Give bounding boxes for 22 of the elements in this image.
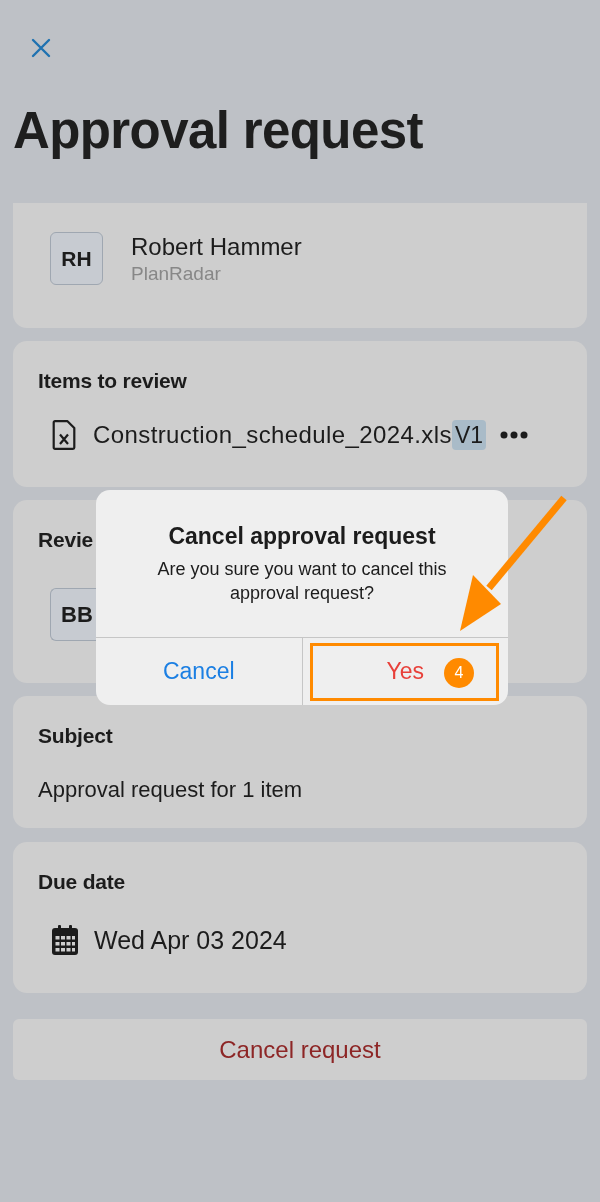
subject-text: Approval request for 1 item bbox=[38, 776, 304, 804]
company-name: PlanRadar bbox=[131, 262, 222, 285]
section-heading: Revie bbox=[38, 527, 94, 553]
section-heading: Subject bbox=[38, 723, 113, 749]
more-icon bbox=[500, 431, 529, 439]
person-name: Robert Hammer bbox=[131, 232, 302, 261]
file-icon bbox=[52, 420, 76, 450]
file-name[interactable]: Construction_schedule_2024.xls bbox=[93, 419, 452, 451]
dialog-cancel-button[interactable]: Cancel bbox=[96, 638, 302, 705]
page-title: Approval request bbox=[13, 101, 423, 161]
close-icon bbox=[31, 38, 51, 58]
avatar-initials: BB bbox=[50, 588, 96, 641]
avatar-initials: RH bbox=[50, 232, 103, 285]
version-tag: V1 bbox=[451, 420, 487, 450]
close-button[interactable] bbox=[31, 38, 51, 58]
section-heading: Items to review bbox=[38, 368, 187, 394]
due-date-text: Wed Apr 03 2024 bbox=[94, 925, 287, 956]
dialog-message: Are you sure you want to cancel this approval request? bbox=[156, 558, 448, 605]
calendar-icon bbox=[52, 925, 78, 955]
cancel-request-button[interactable]: Cancel request bbox=[13, 1019, 587, 1080]
section-heading: Due date bbox=[38, 869, 126, 895]
dialog-title: Cancel approval request bbox=[168, 522, 436, 551]
